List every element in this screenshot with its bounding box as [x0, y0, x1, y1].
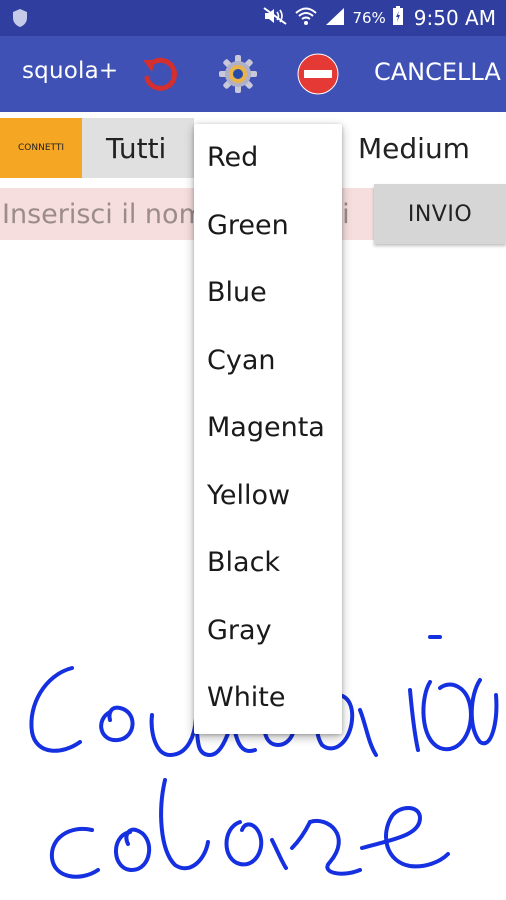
menu-item-gray[interactable]: Gray [194, 597, 342, 665]
battery-percent: 76% [352, 9, 386, 27]
menu-item-white[interactable]: White [194, 664, 342, 732]
mute-icon [262, 6, 288, 30]
app-title: squola+ [22, 58, 119, 84]
connect-button[interactable]: CONNETTI [0, 118, 82, 178]
menu-item-blue[interactable]: Blue [194, 259, 342, 327]
status-bar: 76% 9:50 AM [0, 0, 506, 36]
menu-item-magenta[interactable]: Magenta [194, 394, 342, 462]
cancel-button[interactable]: CANCELLA [374, 58, 501, 86]
wifi-icon [294, 6, 318, 30]
menu-item-red[interactable]: Red [194, 124, 342, 192]
shield-icon [12, 8, 28, 32]
menu-item-yellow[interactable]: Yellow [194, 462, 342, 530]
menu-item-black[interactable]: Black [194, 529, 342, 597]
menu-item-green[interactable]: Green [194, 192, 342, 260]
recipients-spinner[interactable]: Tutti [82, 118, 194, 178]
app-bar: squola+ CANCELLA [0, 36, 506, 112]
color-dropdown-menu: Red Green Blue Cyan Magenta Yellow Black… [194, 124, 342, 734]
gear-icon[interactable] [214, 50, 262, 98]
signal-icon [324, 6, 346, 30]
battery-icon [392, 6, 404, 30]
send-button[interactable]: INVIO [374, 184, 506, 244]
status-time: 9:50 AM [413, 6, 496, 30]
undo-icon[interactable] [136, 50, 184, 98]
menu-item-cyan[interactable]: Cyan [194, 327, 342, 395]
size-spinner[interactable]: Medium [346, 118, 506, 178]
stop-icon[interactable] [294, 50, 342, 98]
